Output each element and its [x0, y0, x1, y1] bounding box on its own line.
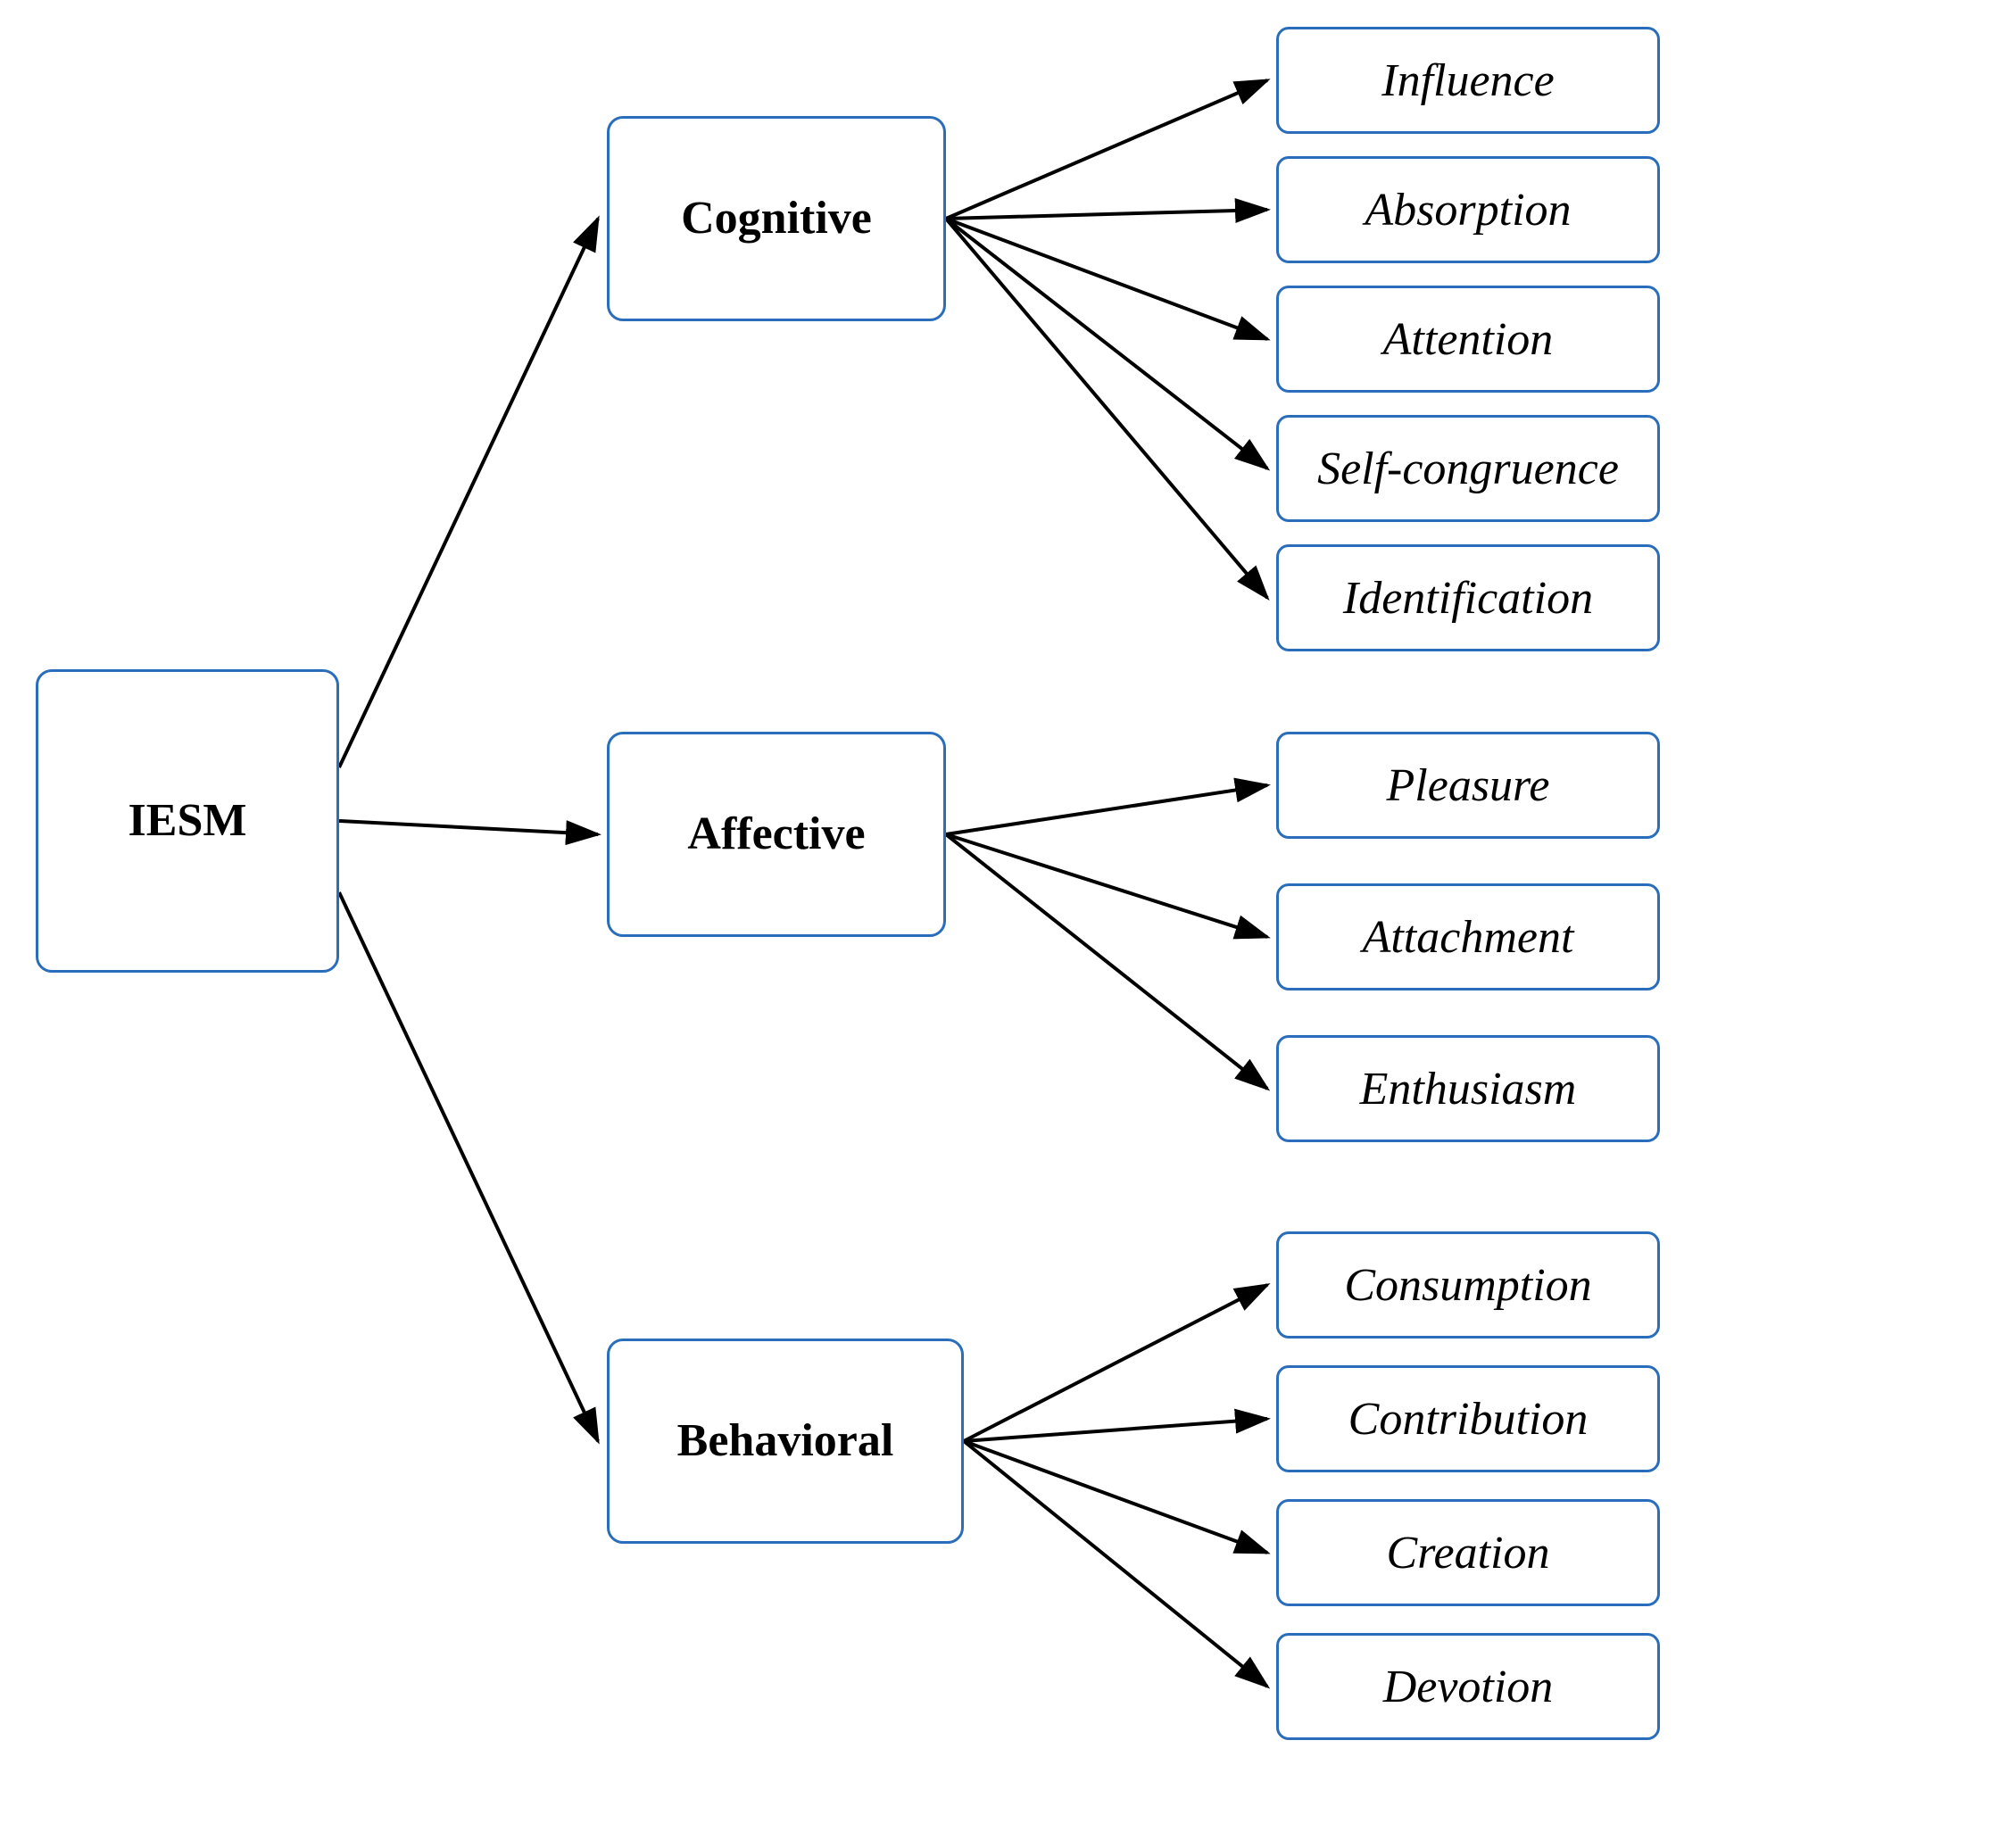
behavioral-node: Behavioral	[607, 1339, 964, 1544]
leaf-influence: Influence	[1276, 27, 1660, 134]
leaf-identification: Identification	[1276, 544, 1660, 651]
root-label: IESM	[129, 795, 247, 846]
leaf-pleasure: Pleasure	[1276, 732, 1660, 839]
affective-node: Affective	[607, 732, 946, 937]
cognitive-label: Cognitive	[681, 193, 872, 244]
leaf-creation: Creation	[1276, 1499, 1660, 1606]
leaf-attachment: Attachment	[1276, 883, 1660, 990]
leaf-consumption: Consumption	[1276, 1231, 1660, 1339]
leaf-contribution: Contribution	[1276, 1365, 1660, 1472]
leaf-self-congruence: Self-congruence	[1276, 415, 1660, 522]
leaf-enthusiasm: Enthusiasm	[1276, 1035, 1660, 1142]
behavioral-label: Behavioral	[677, 1415, 894, 1466]
leaf-devotion: Devotion	[1276, 1633, 1660, 1740]
root-node: IESM	[36, 669, 339, 973]
leaf-absorption: Absorption	[1276, 156, 1660, 263]
affective-label: Affective	[687, 808, 865, 859]
cognitive-node: Cognitive	[607, 116, 946, 321]
leaf-attention: Attention	[1276, 286, 1660, 393]
